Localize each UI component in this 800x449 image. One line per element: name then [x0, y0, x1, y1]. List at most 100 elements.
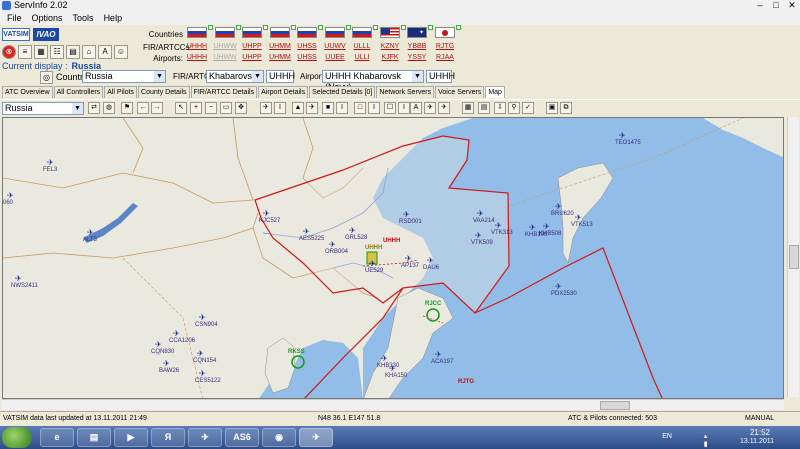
flag-russia-uhhh[interactable]: [187, 27, 207, 38]
aircraft-label[interactable]: 060: [3, 200, 13, 206]
fir-link-ulll[interactable]: ULLL: [350, 43, 374, 50]
aircraft-icon[interactable]: ✈: [477, 210, 484, 218]
airport-link-uuee[interactable]: UUEE: [323, 54, 347, 61]
aircraft-icon[interactable]: ✈: [405, 255, 412, 263]
airport-link-kjfk[interactable]: KJFK: [378, 54, 402, 61]
aircraft-label[interactable]: KJC527: [259, 218, 280, 224]
vertical-scrollbar[interactable]: [787, 117, 799, 397]
aircraft-icon[interactable]: ✈: [435, 351, 442, 359]
flag-russia-uhww[interactable]: [215, 27, 235, 38]
flag-usa-kzny[interactable]: [380, 27, 400, 38]
plane-icon[interactable]: ✈: [306, 102, 318, 114]
tab-airport-details[interactable]: Airport Details: [258, 86, 309, 98]
fir-code-input[interactable]: UHHH: [266, 70, 295, 83]
id-label-icon-2[interactable]: I: [368, 102, 380, 114]
copy-icon[interactable]: ⧉: [560, 102, 572, 114]
aircraft-label[interactable]: PDX2530: [551, 291, 577, 297]
aircraft-icon[interactable]: ✈: [475, 232, 482, 240]
airport-link-uhpp[interactable]: UHPP: [240, 54, 264, 61]
aircraft-label[interactable]: GRL528: [345, 235, 367, 241]
aircraft-icon[interactable]: ✈: [263, 210, 270, 218]
font-icon[interactable]: A: [98, 45, 112, 59]
aircraft-icon[interactable]: ✈: [199, 314, 206, 322]
aircraft-icon[interactable]: ✈: [529, 224, 536, 232]
aircraft-icon[interactable]: ✈: [87, 229, 94, 237]
station-label-uhhh[interactable]: UHHH: [365, 245, 382, 251]
fir-link-uhpp[interactable]: UHPP: [240, 43, 264, 50]
aircraft-icon[interactable]: ✈: [329, 241, 336, 249]
plane-filter-icon[interactable]: ✈: [260, 102, 272, 114]
tab-all-controllers[interactable]: All Controllers: [53, 86, 104, 98]
aircraft-icon[interactable]: ✈: [197, 350, 204, 358]
zoom-in-icon[interactable]: +: [190, 102, 202, 114]
back-arrow-icon[interactable]: ←: [137, 102, 149, 114]
aircraft-icon[interactable]: ✈: [199, 370, 206, 378]
zoom-out-icon[interactable]: −: [205, 102, 217, 114]
radar-map[interactable]: UHHH RJTG UHHH RJCC RKSS ✈ FEL3 ✈ ALT3 ✈ NWS2…: [2, 117, 784, 399]
favorite-checkbox[interactable]: [291, 25, 296, 30]
tab-map[interactable]: Map: [485, 86, 505, 98]
fir-label-rjtg[interactable]: RJTG: [458, 379, 474, 385]
aircraft-icon[interactable]: ✈: [47, 159, 54, 167]
clock-date[interactable]: 13.11.2011: [740, 438, 774, 445]
green-square-icon[interactable]: ■: [322, 102, 334, 114]
flag-russia-ulll[interactable]: [352, 27, 372, 38]
tab-atc-overview[interactable]: ATC Overview: [2, 86, 53, 98]
aircraft-icon[interactable]: ✈: [163, 360, 170, 368]
aircraft-icon[interactable]: ✈: [575, 214, 582, 222]
fir-link-uhww[interactable]: UHWW: [213, 43, 237, 50]
menu-help[interactable]: Help: [99, 11, 128, 25]
aircraft-label[interactable]: BAW26: [159, 368, 179, 374]
aircraft-label[interactable]: ORB004: [325, 249, 348, 255]
grid-toggle-icon[interactable]: ▦: [462, 102, 474, 114]
aircraft-label[interactable]: VTK313: [491, 230, 513, 236]
map-region-select[interactable]: Russia ▼: [2, 102, 84, 115]
list-icon[interactable]: ≡: [18, 45, 32, 59]
ie-icon[interactable]: e: [40, 428, 74, 447]
plane-app-icon[interactable]: ✈: [188, 428, 222, 447]
aircraft-icon[interactable]: ✈: [7, 192, 14, 200]
aircraft-icon[interactable]: ✈: [15, 275, 22, 283]
flag-japan-rjtg[interactable]: [435, 27, 455, 38]
favorite-checkbox[interactable]: [401, 25, 406, 30]
start-button[interactable]: [2, 427, 32, 448]
favorite-checkbox[interactable]: [373, 25, 378, 30]
flag-russia-uhss[interactable]: [297, 27, 317, 38]
zoom-box-icon[interactable]: ▭: [220, 102, 232, 114]
aircraft-label[interactable]: VTK509: [471, 240, 493, 246]
ivao-logo[interactable]: IVAO: [33, 28, 59, 41]
aircraft-icon[interactable]: ✈: [555, 203, 562, 211]
aircraft-label[interactable]: VTK513: [571, 222, 593, 228]
pan-icon[interactable]: ✥: [235, 102, 247, 114]
airport-code-input[interactable]: UHHH: [426, 70, 455, 83]
aircraft-icon[interactable]: ✈: [495, 222, 502, 230]
favorite-checkbox[interactable]: [428, 25, 433, 30]
tab-voice-servers[interactable]: Voice Servers: [435, 86, 485, 98]
aircraft-label[interactable]: CSN904: [195, 322, 218, 328]
horizontal-scrollbar[interactable]: [2, 399, 784, 410]
text-a-icon[interactable]: A: [410, 102, 422, 114]
smiley-icon[interactable]: ☺: [114, 45, 128, 59]
save-icon[interactable]: ▣: [546, 102, 558, 114]
id-label-icon-3[interactable]: I: [398, 102, 410, 114]
id-label-icon[interactable]: I: [336, 102, 348, 114]
checkbox-icon[interactable]: ☐: [384, 102, 396, 114]
print-icon[interactable]: ▤: [66, 45, 80, 59]
arrows-icon[interactable]: ⇄: [88, 102, 100, 114]
tab-network-servers[interactable]: Network Servers: [376, 86, 435, 98]
stop-icon[interactable]: ⊗: [2, 45, 16, 59]
aircraft-label[interactable]: AES5225: [299, 236, 324, 242]
aircraft-label[interactable]: CQN154: [193, 358, 216, 364]
airport-link-rjaa[interactable]: RJAA: [433, 54, 457, 61]
target-icon[interactable]: ◎: [40, 71, 53, 84]
menu-tools[interactable]: Tools: [68, 11, 99, 25]
download-icon[interactable]: ⇩: [494, 102, 506, 114]
fir-link-uhmm[interactable]: UHMM: [268, 43, 292, 50]
aircraft-icon[interactable]: ✈: [389, 365, 396, 373]
aircraft-icon[interactable]: ✈: [555, 283, 562, 291]
flag-russia-uhmm[interactable]: [270, 27, 290, 38]
aircraft-icon[interactable]: ✈: [381, 355, 388, 363]
plane-right-icon[interactable]: ✈: [438, 102, 450, 114]
yandex-icon[interactable]: Я: [151, 428, 185, 447]
square-icon[interactable]: □: [354, 102, 366, 114]
